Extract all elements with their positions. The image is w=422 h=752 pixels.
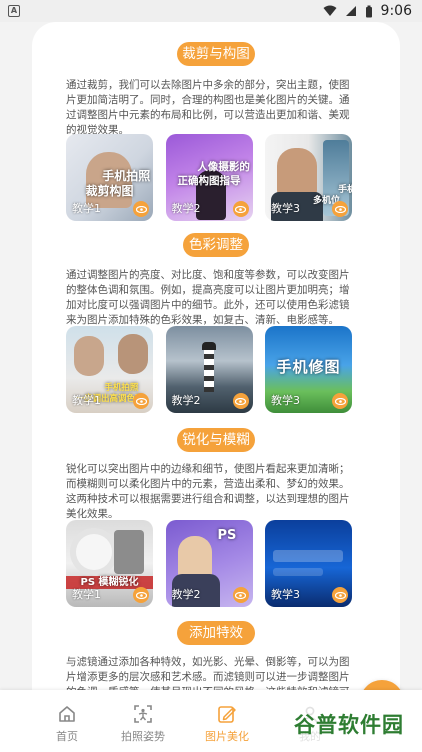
video-thumb[interactable]: 人像摄影的 正确构图指导 教学2 (165, 134, 253, 221)
thumb-label: 教学1 (72, 394, 101, 407)
thumb-overlay-text: PS (217, 528, 237, 543)
thumb-label: 教学2 (171, 202, 201, 215)
nav-label: 图片美化 (205, 730, 249, 743)
home-icon (59, 706, 75, 722)
nav-pose[interactable]: 拍照姿势 (103, 690, 183, 752)
section-title-crop: 裁剪与构图 (177, 42, 255, 66)
nav-label: 拍照姿势 (121, 730, 165, 743)
thumb-label: 教学3 (271, 394, 300, 407)
video-thumb[interactable]: 手机 多机位 教学3 (265, 134, 352, 221)
thumb-label: 教学2 (171, 588, 201, 601)
status-bar: A 9:06 (0, 0, 422, 22)
signal-icon (345, 6, 356, 16)
video-thumb[interactable]: 手机修图 教学3 (265, 326, 352, 413)
section-title-sharpen: 锐化与模糊 (177, 428, 255, 452)
thumb-row-color: 手机拍照 一步调出高调色彩 教学1 教学2 手机修图 教学3 (66, 326, 352, 413)
edit-icon (218, 706, 236, 723)
section-text-crop: 通过裁剪，我们可以去除图片中多余的部分，突出主题，使图片更加简洁明了。同时，合理… (66, 79, 350, 136)
thumb-row-sharpen: PS 模糊锐化 教学1 PS 教学2 教学3 (66, 520, 352, 607)
thumb-overlay-text: 人像摄影的 正确构图指导 (177, 161, 250, 187)
clock: 9:06 (380, 3, 412, 19)
section-text-color: 通过调整图片的亮度、对比度、饱和度等参数，可以改变图片的整体色调和氛围。例如，提… (66, 269, 350, 326)
thumb-overlay-text: 手机 多机位 (313, 185, 352, 206)
eye-icon[interactable] (133, 393, 149, 409)
video-thumb[interactable]: PS 教学2 (165, 520, 253, 607)
video-thumb[interactable]: 手机拍照 一步调出高调色彩 教学1 (66, 326, 153, 413)
eye-icon[interactable] (332, 587, 348, 603)
wifi-icon (323, 5, 337, 16)
eye-icon[interactable] (332, 201, 348, 217)
thumb-overlay-text: 手机拍照 裁剪构图 (85, 169, 151, 198)
content-card[interactable]: 裁剪与构图 通过裁剪，我们可以去除图片中多余的部分，突出主题，使图片更加简洁明了… (32, 22, 400, 752)
video-thumb[interactable]: 教学2 (165, 326, 253, 413)
thumb-overlay-text: 手机修图 (276, 358, 341, 376)
section-title-color: 色彩调整 (183, 233, 249, 257)
section-title-effects: 添加特效 (177, 621, 255, 645)
nav-beautify[interactable]: 图片美化 (187, 690, 267, 752)
app-notification-icon: A (8, 5, 20, 17)
video-thumb[interactable]: 教学3 (265, 520, 352, 607)
battery-icon (365, 5, 372, 17)
watermark-logo: 谷普软件园 (284, 706, 414, 742)
eye-icon[interactable] (232, 201, 249, 217)
thumb-label: 教学1 (72, 202, 101, 215)
video-thumb[interactable]: PS 模糊锐化 教学1 (66, 520, 153, 607)
video-thumb[interactable]: 手机拍照 裁剪构图 教学1 (66, 134, 153, 221)
eye-icon[interactable] (133, 587, 149, 603)
eye-icon[interactable] (332, 393, 348, 409)
thumb-label: 教学3 (271, 588, 300, 601)
thumb-label: 教学1 (72, 588, 101, 601)
section-text-sharpen: 锐化可以突出图片中的边缘和细节，使图片看起来更加清晰；而模糊则可以柔化图片中的元… (66, 463, 350, 520)
eye-icon[interactable] (232, 393, 249, 409)
nav-home[interactable]: 首页 (27, 690, 107, 752)
thumb-label: 教学3 (271, 202, 300, 215)
pose-icon (134, 705, 152, 723)
nav-label: 首页 (56, 730, 78, 743)
eye-icon[interactable] (232, 587, 249, 603)
thumb-label: 教学2 (171, 394, 201, 407)
eye-icon[interactable] (133, 201, 149, 217)
thumb-row-crop: 手机拍照 裁剪构图 教学1 人像摄影的 正确构图指导 教学2 手机 多机位 教学… (66, 134, 352, 221)
